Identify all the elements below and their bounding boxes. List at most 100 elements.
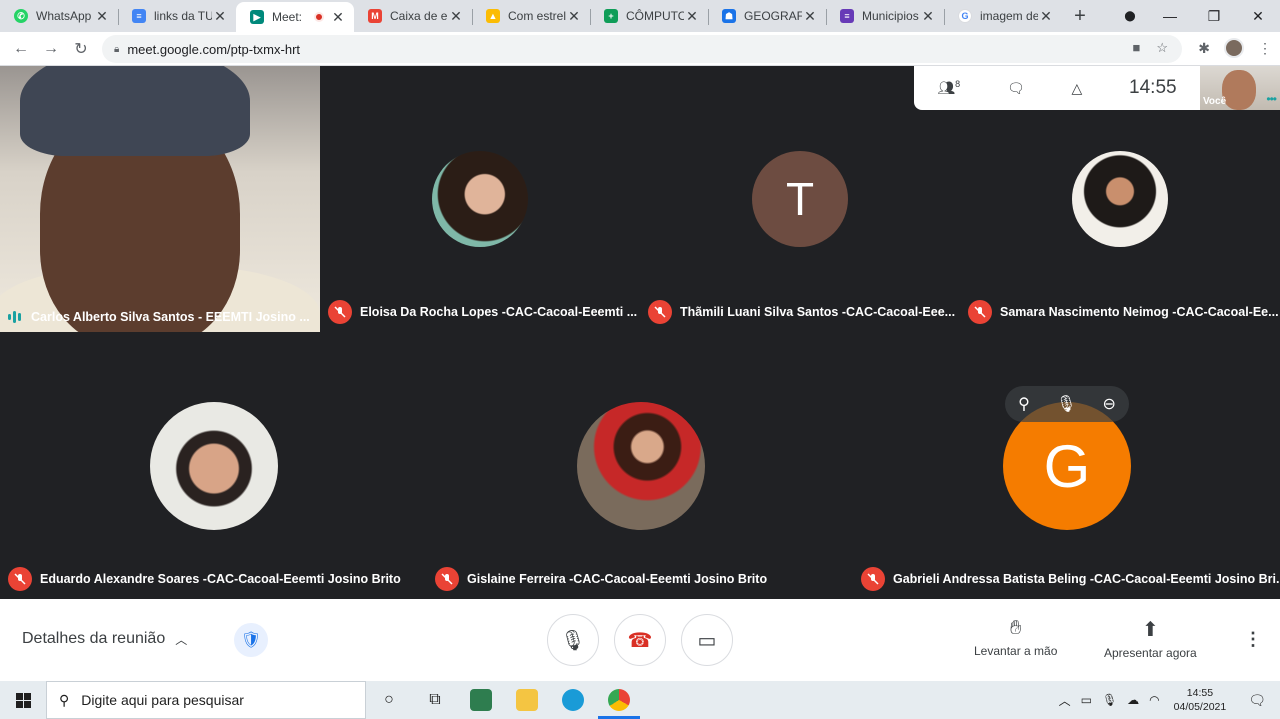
wifi-icon[interactable]: ◠ [1149,693,1159,707]
minimize-icon[interactable]: — [1148,8,1192,24]
close-icon[interactable]: ✕ [1038,8,1054,25]
participant-name: Carlos Alberto Silva Santos - EEEMTI Jos… [8,310,310,324]
windows-taskbar: ⚲ Digite aqui para pesquisar ○ ⧉ ︿ ▭ 🎙︎ … [0,681,1280,719]
tab-search-icon[interactable]: ⬤ [1120,6,1140,26]
maximize-icon[interactable]: ❐ [1192,8,1236,25]
present-screen-icon: ⬆︎ [1141,619,1159,641]
participant-name-text: Gislaine Ferreira -CAC-Cacoal-Eeemti Jos… [467,572,768,586]
close-icon[interactable]: ✕ [684,8,700,25]
cortana-icon[interactable]: ○ [366,681,412,719]
close-icon[interactable]: ✕ [448,8,464,25]
task-view-icon[interactable]: ⧉ [412,681,458,719]
tray-date: 04/05/2021 [1173,701,1227,713]
participants-button[interactable]: 👥︎8 [937,79,960,97]
hang-up-button[interactable]: ☎︎ [614,614,666,666]
file-explorer-icon[interactable] [504,681,550,719]
close-icon[interactable]: ✕ [566,8,582,25]
tab-title: GEOGRAFI [744,9,802,23]
close-icon[interactable]: ✕ [212,8,228,25]
participant-avatar [1072,151,1168,247]
tab-computo[interactable]: + CÔMPUTO ✕ [590,2,708,30]
tab-geografia[interactable]: ☗ GEOGRAFI ✕ [708,2,826,30]
participant-tile[interactable]: Eloisa Da Rocha Lopes -CAC-Cacoal-Eeemti… [320,66,640,332]
address-bar[interactable]: 🔒︎ meet.google.com/ptp-txmx-hrt ■ ☆ [102,35,1182,63]
search-placeholder: Digite aqui para pesquisar [81,692,244,708]
tray-clock[interactable]: 14:55 04/05/2021 [1174,686,1227,714]
forward-icon[interactable]: → [36,40,66,58]
profile-avatar[interactable] [1224,38,1244,58]
self-view-tile[interactable]: Você ••• [1200,66,1280,110]
participant-name-text: Eduardo Alexandre Soares -CAC-Cacoal-Eee… [40,572,401,586]
tab-gmail[interactable]: M Caixa de e ✕ [354,2,472,30]
lock-icon[interactable]: 🔒︎ [114,44,119,55]
participant-name-text: Gabrieli Andressa Batista Beling -CAC-Ca… [893,572,1280,586]
chevron-up-icon: ︿ [175,632,188,647]
tab-title: WhatsApp [36,9,92,23]
present-now-button[interactable]: ⬆︎ Apresentar agora [1104,617,1197,660]
edge-icon[interactable] [550,681,596,719]
more-options-icon[interactable]: ••• [1266,92,1277,106]
microphone-tray-icon[interactable]: 🎙︎ [1102,693,1117,707]
chat-icon[interactable]: 🗨︎ [1007,80,1025,97]
mic-off-icon [328,300,352,324]
taskbar-search-box[interactable]: ⚲ Digite aqui para pesquisar [46,681,366,719]
participant-tile[interactable]: T Thãmili Luani Silva Santos -CAC-Cacoal… [640,66,960,332]
mute-participant-icon[interactable]: 🎙︎ [1056,394,1076,414]
tab-imagem[interactable]: G imagem de ✕ [944,2,1062,30]
close-window-icon[interactable]: ✕ [1236,8,1280,25]
start-button[interactable] [0,681,46,719]
participant-tile[interactable]: Gislaine Ferreira -CAC-Cacoal-Eeemti Jos… [427,332,853,599]
forms-icon: ≡ [840,9,854,23]
tab-drive[interactable]: ▲ Com estrel ✕ [472,2,590,30]
participant-tile[interactable]: Eduardo Alexandre Soares -CAC-Cacoal-Eee… [0,332,427,599]
tab-title: Caixa de e [390,9,448,23]
remove-participant-icon[interactable]: ⊖ [1103,394,1116,414]
participant-avatar [432,151,528,247]
pin-icon[interactable]: ⚲ [1018,394,1030,414]
camera-icon[interactable]: ■ [1132,40,1140,56]
participants-count: 8 [955,79,961,90]
tab-links[interactable]: ≡ links da TU ✕ [118,2,236,30]
notifications-icon[interactable]: 🗨︎ [1248,692,1266,709]
new-tab-button[interactable]: + [1066,2,1094,30]
participant-name: Eduardo Alexandre Soares -CAC-Cacoal-Eee… [8,567,401,591]
activities-icon[interactable]: △ [1071,80,1082,97]
tab-meet[interactable]: ▶ Meet: ✕ [236,2,354,32]
menu-icon[interactable]: ⋮ [1258,40,1272,57]
participant-avatar [577,402,705,530]
hand-icon: ✋︎ [1009,617,1022,639]
participant-cap [20,66,250,156]
back-icon[interactable]: ← [6,40,36,58]
meeting-details-button[interactable]: Detalhes da reunião ︿ [22,630,187,648]
close-icon[interactable]: ✕ [802,8,818,25]
onedrive-icon[interactable]: ☁︎ [1127,693,1139,707]
tab-whatsapp[interactable]: ✆ WhatsApp ✕ [0,2,118,30]
extensions-icon[interactable]: ✱ [1198,40,1210,57]
calculator-icon[interactable] [458,681,504,719]
microphone-button[interactable]: 🎙︎ [547,614,599,666]
participant-name: Thãmili Luani Silva Santos -CAC-Cacoal-E… [648,300,955,324]
host-controls-shield-icon[interactable]: 🛡︎ [234,623,268,657]
star-icon[interactable]: ☆ [1156,40,1168,56]
show-hidden-icons-icon[interactable]: ︿ [1059,692,1071,709]
battery-icon[interactable]: ▭ [1081,693,1092,707]
participant-tile-video[interactable]: Carlos Alberto Silva Santos - EEEMTI Jos… [0,66,320,332]
docs-icon: ≡ [132,9,146,23]
google-icon: G [958,9,972,23]
chrome-icon[interactable] [596,681,642,719]
participant-tile[interactable]: G Gabrieli Andressa Batista Beling -CAC-… [853,332,1280,599]
system-tray: ︿ ▭ 🎙︎ ☁︎ ◠ 14:55 04/05/2021 🗨︎ [1059,681,1280,719]
raise-hand-button[interactable]: ✋︎ Levantar a mão [974,617,1057,658]
close-icon[interactable]: ✕ [330,9,346,26]
mic-off-icon [968,300,992,324]
meet-grid: Carlos Alberto Silva Santos - EEEMTI Jos… [0,66,1280,599]
participant-name: Gislaine Ferreira -CAC-Cacoal-Eeemti Jos… [435,567,767,591]
close-icon[interactable]: ✕ [94,8,110,25]
reload-icon[interactable]: ↻ [66,39,96,59]
tab-municipios[interactable]: ≡ Municipios ✕ [826,2,944,30]
video-camera-icon: ▭ [697,629,717,652]
close-icon[interactable]: ✕ [920,8,936,25]
more-options-icon[interactable]: ⋮ [1244,629,1262,650]
tab-title: Municipios [862,9,919,23]
camera-button[interactable]: ▭ [681,614,733,666]
